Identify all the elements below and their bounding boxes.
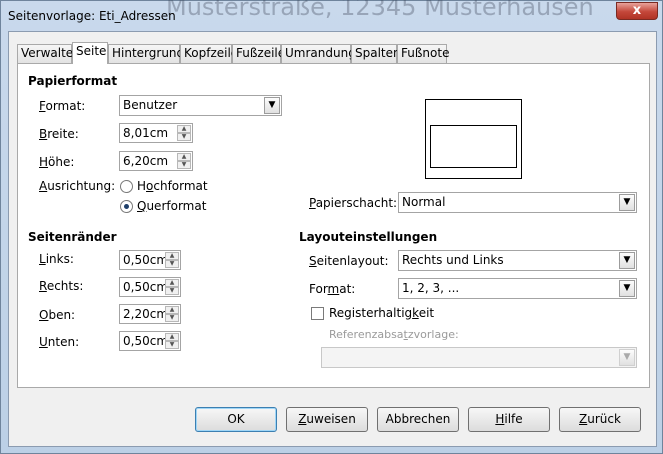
hilfe-button[interactable]: Hilfe bbox=[468, 407, 550, 432]
spin-down-icon[interactable]: ▼ bbox=[177, 161, 191, 169]
format-select-value: Benutzer bbox=[123, 98, 178, 112]
registerhaltigkeit-checkbox[interactable] bbox=[311, 307, 324, 320]
referenzabsatzvorlage-label: Referenzabsatzvorlage: bbox=[329, 328, 459, 341]
spin-down-icon[interactable]: ▼ bbox=[165, 314, 179, 322]
chevron-down-icon: ▼ bbox=[619, 349, 635, 366]
rechts-value: 0,50cm bbox=[123, 280, 169, 294]
titlebar: Seitenvorlage: Eti_Adressen x bbox=[1, 1, 662, 31]
papierschacht-select[interactable]: Normal ▼ bbox=[398, 192, 637, 213]
querformat-radio[interactable] bbox=[120, 200, 133, 213]
breite-label: Breite: bbox=[39, 127, 79, 141]
spin-up-icon[interactable]: ▲ bbox=[165, 252, 179, 260]
hochformat-label[interactable]: Hochformat bbox=[137, 179, 208, 193]
tab-fusszeile[interactable]: Fußzeile bbox=[232, 44, 285, 63]
ok-button[interactable]: OK bbox=[195, 407, 277, 432]
seitenlayout-select[interactable]: Rechts und Links ▼ bbox=[398, 250, 637, 271]
oben-input[interactable]: 2,20cm ▲ ▼ bbox=[119, 304, 181, 324]
spin-up-icon[interactable]: ▲ bbox=[177, 125, 191, 133]
window-title: Seitenvorlage: Eti_Adressen bbox=[8, 9, 176, 23]
links-label: Links: bbox=[39, 252, 74, 266]
breite-input[interactable]: 8,01cm ▲ ▼ bbox=[119, 123, 193, 143]
chevron-down-icon[interactable]: ▼ bbox=[264, 97, 280, 114]
papierschacht-label: Papierschacht: bbox=[309, 196, 398, 210]
tab-seite[interactable]: Seite bbox=[72, 42, 108, 64]
registerhaltigkeit-label[interactable]: Registerhaltigkeit bbox=[329, 306, 434, 320]
rechts-label: Rechts: bbox=[39, 279, 84, 293]
close-icon: x bbox=[632, 3, 642, 18]
rechts-input[interactable]: 0,50cm ▲ ▼ bbox=[119, 277, 181, 297]
unten-input[interactable]: 0,50cm ▲ ▼ bbox=[119, 331, 181, 351]
layout-format-label: Format: bbox=[309, 282, 356, 296]
chevron-down-icon[interactable]: ▼ bbox=[619, 280, 635, 297]
zuweisen-button[interactable]: Zuweisen bbox=[286, 407, 368, 432]
querformat-label[interactable]: Querformat bbox=[137, 199, 206, 213]
unten-value: 0,50cm bbox=[123, 334, 169, 348]
page-preview-content-area bbox=[430, 125, 517, 168]
referenzabsatzvorlage-select: ▼ bbox=[321, 347, 637, 368]
spin-down-icon[interactable]: ▼ bbox=[177, 133, 191, 141]
layout-format-value: 1, 2, 3, ... bbox=[402, 281, 460, 295]
spin-up-icon[interactable]: ▲ bbox=[165, 279, 179, 287]
tab-panel-seite: Papierformat Format: Benutzer ▼ Breite: … bbox=[17, 63, 650, 388]
seitenlayout-label: Seitenlayout: bbox=[309, 254, 389, 268]
section-title-layouteinstellungen: Layouteinstellungen bbox=[299, 230, 438, 244]
zurueck-button[interactable]: Zurück bbox=[559, 407, 641, 432]
tab-verwalten[interactable]: Verwalten bbox=[17, 44, 81, 63]
spin-down-icon[interactable]: ▼ bbox=[165, 287, 179, 295]
dialog-body: Verwalten Seite Hintergrund Kopfzeile Fu… bbox=[8, 31, 657, 447]
format-label: Format: bbox=[39, 99, 86, 113]
format-select[interactable]: Benutzer ▼ bbox=[119, 95, 282, 116]
tab-umrandung[interactable]: Umrandung bbox=[281, 44, 356, 63]
spin-up-icon[interactable]: ▲ bbox=[177, 153, 191, 161]
seitenlayout-value: Rechts und Links bbox=[402, 253, 504, 267]
section-title-papierformat: Papierformat bbox=[28, 74, 118, 88]
chevron-down-icon[interactable]: ▼ bbox=[619, 252, 635, 269]
abbrechen-button[interactable]: Abbrechen bbox=[377, 407, 459, 432]
page-preview bbox=[425, 99, 522, 179]
spin-up-icon[interactable]: ▲ bbox=[165, 306, 179, 314]
spin-up-icon[interactable]: ▲ bbox=[165, 333, 179, 341]
dialog-window: Musterstraße, 12345 Musterhausen Seitenv… bbox=[0, 0, 663, 454]
hoehe-label: Höhe: bbox=[39, 155, 75, 169]
oben-value: 2,20cm bbox=[123, 307, 169, 321]
tab-hintergrund[interactable]: Hintergrund bbox=[108, 44, 184, 63]
unten-label: Unten: bbox=[39, 335, 80, 349]
tab-spalten[interactable]: Spalten bbox=[351, 44, 401, 63]
chevron-down-icon[interactable]: ▼ bbox=[619, 194, 635, 211]
spin-down-icon[interactable]: ▼ bbox=[165, 260, 179, 268]
spin-down-icon[interactable]: ▼ bbox=[165, 341, 179, 349]
links-value: 0,50cm bbox=[123, 253, 169, 267]
papierschacht-value: Normal bbox=[402, 195, 446, 209]
hoehe-input[interactable]: 6,20cm ▲ ▼ bbox=[119, 151, 193, 171]
breite-value: 8,01cm bbox=[123, 126, 169, 140]
tab-fussnote[interactable]: Fußnote bbox=[397, 44, 449, 63]
section-title-seitenraender: Seitenränder bbox=[28, 230, 117, 244]
hoehe-value: 6,20cm bbox=[123, 154, 169, 168]
hochformat-radio[interactable] bbox=[120, 180, 133, 193]
ausrichtung-label: Ausrichtung: bbox=[39, 179, 116, 193]
links-input[interactable]: 0,50cm ▲ ▼ bbox=[119, 250, 181, 270]
oben-label: Oben: bbox=[39, 308, 76, 322]
tab-kopfzeile[interactable]: Kopfzeile bbox=[180, 44, 238, 63]
layout-format-select[interactable]: 1, 2, 3, ... ▼ bbox=[398, 278, 637, 299]
close-button[interactable]: x bbox=[616, 2, 658, 20]
